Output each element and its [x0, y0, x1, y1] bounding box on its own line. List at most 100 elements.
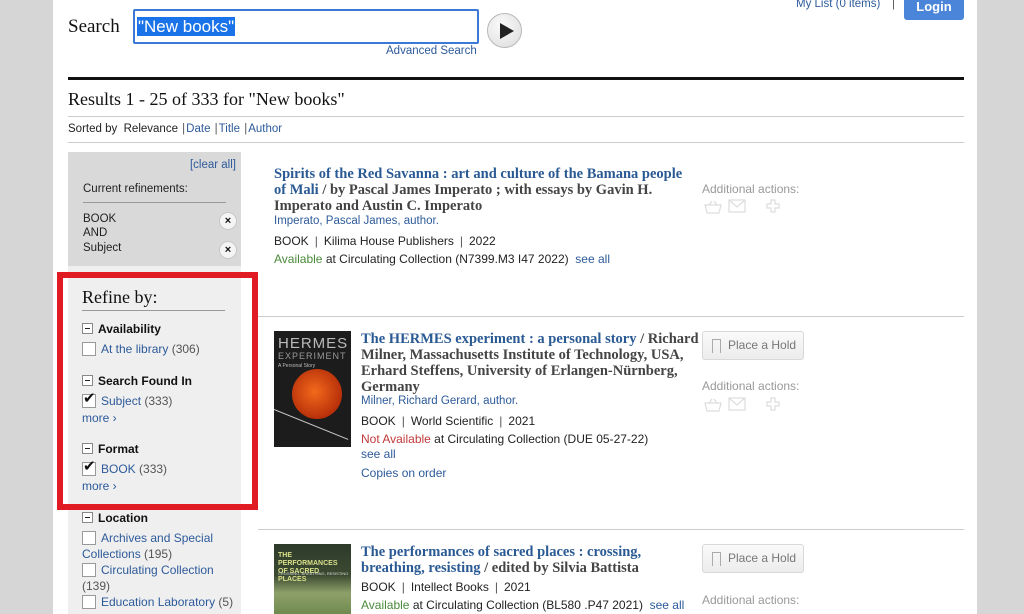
cover-tagline: A Personal Story: [278, 363, 316, 369]
place-hold-label: Place a Hold: [728, 551, 797, 565]
facet-option-archives[interactable]: Archives and Special Collections (195): [82, 530, 232, 562]
result-format: BOOK: [361, 414, 396, 428]
checkbox[interactable]: [82, 531, 96, 545]
login-button[interactable]: Login: [904, 0, 964, 20]
search-go-button[interactable]: [487, 13, 522, 48]
copies-on-order-link[interactable]: Copies on order: [361, 466, 446, 480]
place-hold-button[interactable]: Place a Hold: [702, 331, 804, 360]
sort-date-link[interactable]: Date: [186, 123, 210, 135]
planet-image: [292, 369, 342, 419]
add-icon[interactable]: [766, 199, 780, 216]
result-title: The performances of sacred places : cros…: [361, 544, 701, 576]
more-format-link[interactable]: more ›: [82, 479, 117, 493]
result-author-link[interactable]: Milner, Richard Gerard, author.: [361, 395, 518, 407]
remove-refinement-book-button[interactable]: ×: [219, 212, 237, 230]
additional-actions: [704, 199, 784, 215]
availability-status: Available: [274, 252, 323, 266]
search-input[interactable]: "New books": [133, 9, 479, 44]
facet-label: Location: [98, 511, 148, 525]
see-all-link[interactable]: see all: [575, 252, 610, 266]
header-separator: |: [892, 0, 895, 10]
sort-label: Sorted by: [68, 123, 118, 135]
option-label[interactable]: Subject: [101, 394, 141, 408]
see-all-link[interactable]: see all: [650, 598, 685, 612]
sort-author-link[interactable]: Author: [248, 123, 282, 135]
add-icon[interactable]: [766, 397, 780, 414]
refinement-operator: AND: [83, 227, 108, 239]
collapse-icon: [82, 443, 93, 454]
facet-option-education-lab[interactable]: Education Laboratory (5): [82, 594, 242, 610]
result-year: 2022: [469, 234, 496, 248]
availability-location: at Circulating Collection (N7399.M3 I47 …: [322, 252, 569, 266]
cover-title: THE PERFORMANCES OF SACRED PLACES: [278, 552, 338, 583]
option-count: (195): [144, 547, 173, 561]
results-heading: Results 1 - 25 of 333 for "New books": [68, 89, 345, 109]
collapse-icon: [82, 323, 93, 334]
current-refinements-panel: [clear all] Current refinements: BOOK AN…: [68, 152, 241, 266]
cover-subtitle: CROSSING, BREATHING, RESISTING: [278, 571, 349, 576]
facet-format-toggle[interactable]: Format: [82, 442, 139, 456]
divider: [83, 202, 226, 203]
close-icon: ×: [224, 244, 232, 256]
search-label: Search: [68, 16, 120, 37]
availability-status: Not Available: [361, 432, 431, 446]
clear-all-link[interactable]: [clear all]: [190, 159, 236, 171]
option-label[interactable]: Circulating Collection: [101, 563, 214, 577]
additional-actions-label: Additional actions:: [702, 379, 800, 393]
close-icon: ×: [224, 215, 232, 227]
book-cover-sacred-places[interactable]: THE PERFORMANCES OF SACRED PLACES CROSSI…: [274, 544, 351, 614]
option-label[interactable]: At the library: [101, 342, 168, 356]
result-format: BOOK: [274, 234, 309, 248]
page: Search "New books" Advanced Search My Li…: [53, 0, 977, 614]
availability-location: at Circulating Collection (DUE 05-27-22): [430, 432, 649, 446]
option-label[interactable]: BOOK: [101, 462, 136, 476]
refinement-label: BOOK: [83, 213, 117, 225]
result-responsibility: / by Pascal James Imperato ; with essays…: [274, 182, 653, 214]
facet-option-book[interactable]: BOOK (333): [82, 459, 167, 477]
option-count: (333): [144, 394, 173, 408]
divider: [68, 116, 964, 117]
facet-search-found-in-toggle[interactable]: Search Found In: [82, 374, 192, 388]
see-all-link[interactable]: see all: [361, 447, 396, 461]
checkbox[interactable]: [82, 459, 96, 476]
facet-option-circulating[interactable]: Circulating Collection (139): [82, 562, 232, 594]
refinement-book: BOOK AND: [83, 212, 116, 240]
facet-availability-toggle[interactable]: Availability: [82, 322, 161, 336]
option-count: (306): [171, 342, 200, 356]
advanced-search-link[interactable]: Advanced Search: [386, 45, 477, 57]
result-meta: BOOK | Intellect Books | 2021: [361, 580, 531, 594]
place-hold-button[interactable]: Place a Hold: [702, 544, 804, 573]
result-year: 2021: [508, 414, 536, 428]
result-title-link[interactable]: The HERMES experiment : a personal story: [361, 331, 636, 347]
sort-current: Relevance: [123, 123, 178, 135]
checkbox[interactable]: [82, 342, 96, 356]
facet-option-subject[interactable]: Subject (333): [82, 391, 173, 409]
checkbox[interactable]: [82, 595, 96, 609]
basket-icon[interactable]: [704, 199, 722, 218]
place-hold-label: Place a Hold: [728, 338, 797, 352]
collapse-icon: [82, 512, 93, 523]
facet-label: Search Found In: [98, 374, 193, 388]
more-search-found-in-link[interactable]: more ›: [82, 411, 117, 425]
result-availability: Available at Circulating Collection (N73…: [274, 252, 610, 266]
facet-location-toggle[interactable]: Location: [82, 511, 148, 525]
option-label[interactable]: Education Laboratory: [101, 595, 215, 609]
basket-icon[interactable]: [704, 397, 722, 416]
result-publisher: World Scientific: [410, 414, 494, 428]
result-availability: Not Available at Circulating Collection …: [361, 432, 648, 446]
email-icon[interactable]: [728, 199, 746, 216]
header-divider: [68, 77, 964, 80]
email-icon[interactable]: [728, 397, 746, 414]
facet-option-at-the-library[interactable]: At the library (306): [82, 341, 200, 357]
checkbox[interactable]: [82, 563, 96, 577]
sort-title-link[interactable]: Title: [219, 123, 240, 135]
facet-label: Format: [98, 442, 139, 456]
book-cover-hermes[interactable]: HERMES EXPERIMENT A Personal Story: [274, 331, 351, 447]
result-publisher: Kilima House Publishers: [323, 234, 454, 248]
checkbox[interactable]: [82, 391, 96, 408]
result-author-link[interactable]: Imperato, Pascal James, author.: [274, 215, 439, 227]
bookmark-icon: [712, 339, 721, 354]
remove-refinement-subject-button[interactable]: ×: [219, 241, 237, 259]
my-list-link[interactable]: My List (0 items): [796, 0, 880, 10]
divider: [258, 316, 964, 317]
